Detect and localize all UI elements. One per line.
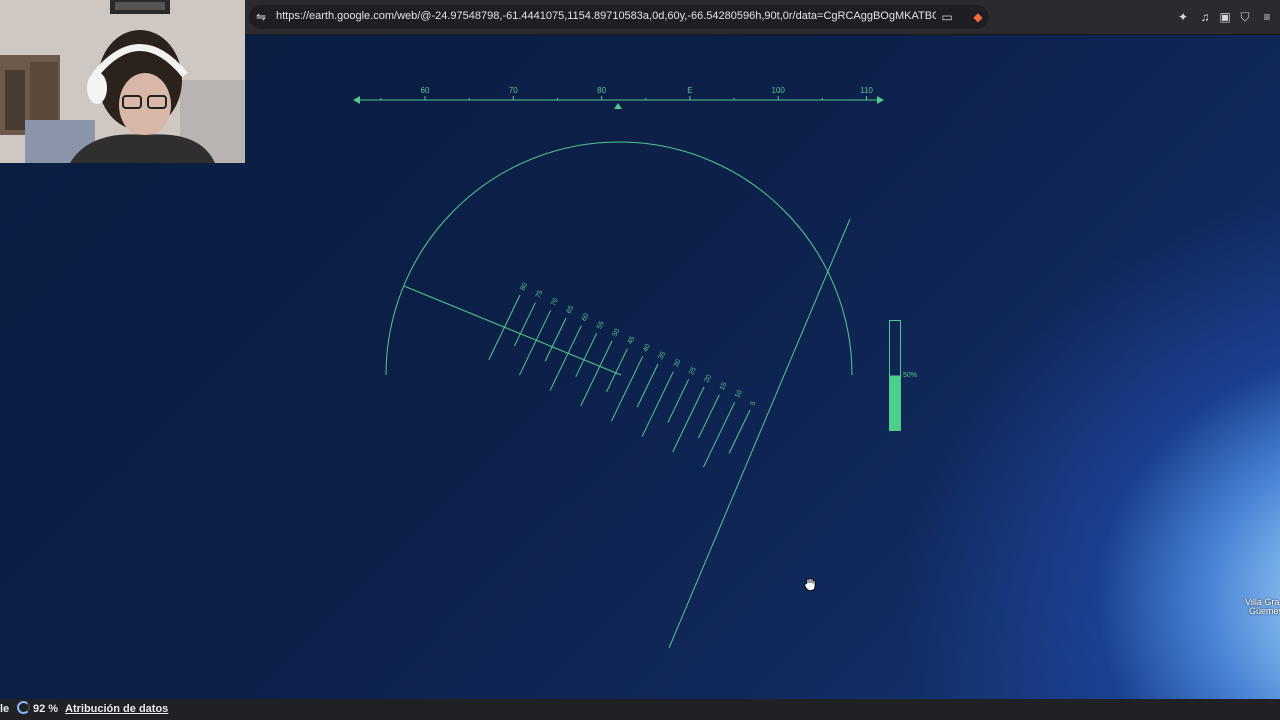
pitch-ladder-label: 65 [566,305,576,315]
pitch-ladder-label: 15 [719,381,729,391]
url-text[interactable]: https://earth.google.com/web/@-24.975487… [276,10,936,22]
pitch-ladder-rung [544,317,567,362]
altitude-bar-label: 50% [903,372,917,379]
altitude-bar: 50% [889,320,917,431]
pitch-ladder-label: 35 [658,351,668,361]
status-left-fragment: le [0,703,10,715]
compass-label: E [687,86,692,95]
pitch-ladder-label: 60 [581,312,591,322]
attitude-arc [385,141,853,376]
pitch-ladder-label: 5 [750,400,758,407]
pitch-ladder-rung [488,294,521,361]
pitch-ladder-rung [575,333,598,377]
extensions-icon[interactable]: ✦ [1175,9,1191,25]
map-place-label[interactable]: Villa Gra Güemes [1245,598,1280,616]
webcam-person-image [0,0,245,163]
pitch-ladder-rung [728,409,751,454]
pitch-ladder-rung [702,402,736,468]
menu-icon[interactable]: ≡ [1259,9,1275,25]
data-attribution-link[interactable]: Atribución de datos [65,703,168,715]
pitch-ladder-label: 80 [520,282,530,292]
pitch-ladder-label: 40 [642,343,652,353]
pitch-ladder-rung [672,386,705,453]
webcam-overlay [0,0,245,163]
pitch-ladder-label: 25 [688,366,698,376]
horizon-line [403,285,622,376]
pitch-ladder-label: 45 [627,335,637,345]
place-label-line2: Güemes [1249,606,1280,616]
cast-icon[interactable]: ▭ [939,9,955,25]
altitude-bar-fill [890,375,900,430]
pitch-ladder-label: 10 [734,389,744,399]
pitch-ladder-rung [549,325,582,391]
hand-cursor-icon [804,578,816,591]
pitch-ladder-label: 50 [612,328,622,338]
pitch-ladder-rung [518,310,552,376]
compass-label: 100 [772,86,786,95]
pitch-ladder-rung [514,302,536,347]
brave-shield-icon[interactable]: ◆ [970,9,986,25]
vpn-icon[interactable]: ⛉ [1237,9,1253,25]
pitch-ladder-rung [580,340,613,407]
compass-label: 110 [860,86,873,95]
compass-label: 60 [421,86,430,95]
flight-path-line [668,218,851,649]
heading-marker-icon [614,103,622,109]
pitch-ladder-label: 20 [704,374,714,384]
pitch-ladder-rung [636,363,659,408]
media-icon[interactable]: ♫ [1197,9,1213,25]
pitch-ladder-rung [610,356,644,422]
site-settings-icon[interactable]: ⇋ [253,9,269,25]
pitch-ladder: 80 75 70 65 60 55 50 45 40 35 30 25 20 15 10 5 [488,282,758,468]
pitch-ladder-rung [698,394,720,439]
pitch-ladder-label: 70 [550,297,560,307]
address-bar[interactable]: ⇋ https://earth.google.com/web/@-24.9754… [249,5,989,29]
pitch-ladder-rung [641,371,674,437]
pitch-ladder-label: 55 [596,320,606,330]
compass-label: 70 [509,86,518,95]
pitch-ladder-label: 75 [535,289,545,299]
pitch-ladder-label: 30 [673,358,683,368]
sidebar-icon[interactable]: ▣ [1217,9,1233,25]
compass-label: 80 [597,86,606,95]
zoom-level: 92 % [33,703,59,715]
pitch-ladder-rung [667,379,690,423]
compass-heading-strip: 60 70 80 E 100 110 [353,86,884,109]
browser-toolbar: ⇋ https://earth.google.com/web/@-24.9754… [245,0,1280,35]
loading-ring-icon [17,701,30,714]
status-bar: le 92 % Atribución de datos [0,699,1280,720]
